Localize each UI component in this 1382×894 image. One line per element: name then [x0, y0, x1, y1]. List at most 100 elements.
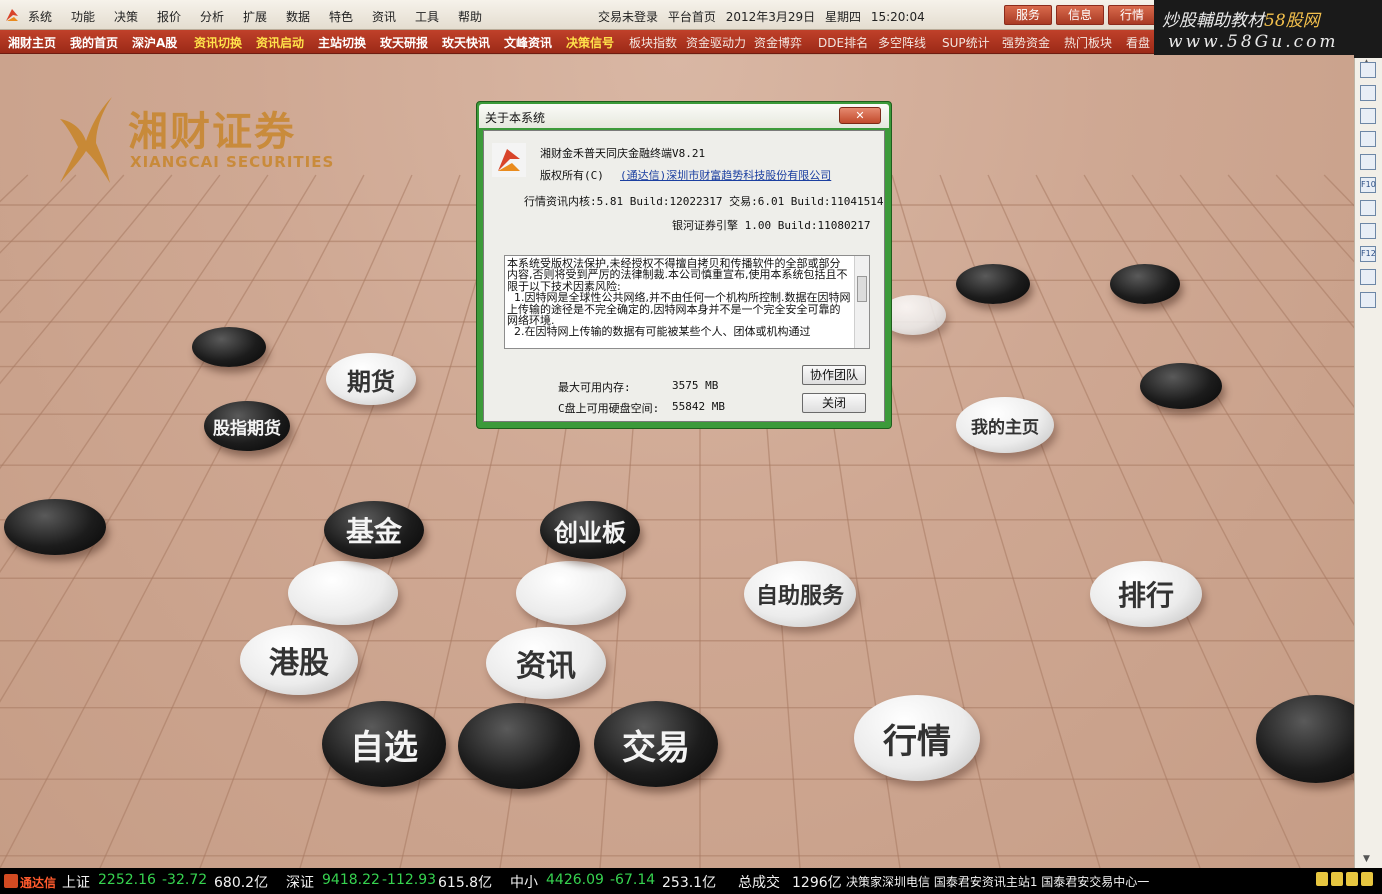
candlestick-icon[interactable] [1360, 131, 1376, 147]
watermark-banner: 炒股輔助教材58股网 www.58Gu.com [1154, 0, 1382, 58]
date-text: 2012年3月29日 [725, 10, 816, 24]
stone-index-futures[interactable]: 股指期货 [204, 401, 290, 451]
dialog-close-icon[interactable]: ✕ [839, 107, 881, 124]
quote-icon[interactable] [1360, 62, 1376, 78]
sz-value: 9418.22 [322, 872, 380, 888]
quick-toolbar: 湘财主页 我的首页 深沪A股 资讯切换 资讯启动 主站切换 玫天研报 玫天快讯 文峰资讯 决策信号… [0, 30, 1154, 54]
menu-analysis[interactable]: 分析 [200, 8, 224, 25]
total-label: 总成交 [738, 875, 780, 891]
brand-name-cn: 湘财证券 [128, 108, 296, 155]
memory-value: 3575 MB [672, 379, 719, 392]
toolbar-item[interactable]: 资讯切换 [194, 34, 242, 51]
menu-feature[interactable]: 特色 [329, 8, 353, 25]
toolbar-item[interactable]: 湘财主页 [8, 34, 56, 51]
right-sidebar: ▲ ▼ F10F12 [1354, 58, 1382, 868]
stone-ranking[interactable]: 排行 [1090, 561, 1202, 627]
info-icon[interactable] [1360, 269, 1376, 285]
quotes-button[interactable]: 行情 [1108, 5, 1156, 25]
stone-hk[interactable]: 港股 [240, 625, 358, 695]
table-icon[interactable] [1360, 85, 1376, 101]
toolbar-item[interactable]: 深沪A股 [132, 34, 177, 51]
stone-self-service[interactable]: 自助服务 [744, 561, 856, 627]
license-scrollbar[interactable] [854, 256, 869, 348]
stone-fund[interactable]: 基金 [324, 501, 424, 559]
stone-futures[interactable]: 期货 [326, 353, 416, 405]
settings-icon[interactable] [1361, 872, 1373, 886]
f10-icon[interactable]: F10 [1360, 177, 1376, 193]
app-logo-icon [6, 9, 18, 21]
brand-name-en: XIANGCAI SECURITIES [130, 153, 335, 171]
sh-change: -32.72 [162, 872, 208, 888]
toolbar-item[interactable]: 玫天研报 [380, 34, 428, 51]
list-icon[interactable] [1360, 154, 1376, 170]
stone-homepage[interactable]: 我的主页 [956, 397, 1054, 453]
weekday-text: 星期四 [824, 10, 861, 24]
zx-label[interactable]: 中小 [510, 872, 538, 892]
news-icon[interactable] [1360, 223, 1376, 239]
toolbar-item[interactable]: 文峰资讯 [504, 34, 552, 51]
toolbar-item[interactable]: 资金博弈 [754, 34, 802, 51]
report-icon[interactable] [1360, 200, 1376, 216]
toolbar-item[interactable]: 资金驱动力 [686, 34, 746, 51]
stone-quotes[interactable]: 行情 [854, 695, 980, 781]
decor-stone [288, 561, 398, 625]
toolbar-item[interactable]: 我的首页 [70, 34, 118, 51]
menu-help[interactable]: 帮助 [458, 8, 482, 25]
trade-login-status[interactable]: 交易未登录 [598, 10, 658, 24]
f12-icon[interactable]: F12 [1360, 246, 1376, 262]
sz-amount: 615.8亿 [438, 875, 493, 891]
menu-quote[interactable]: 报价 [157, 8, 181, 25]
toolbar-item[interactable]: SUP统计 [942, 34, 990, 51]
sz-label[interactable]: 深证 [286, 872, 314, 892]
stone-trade[interactable]: 交易 [594, 701, 718, 787]
zx-value: 4426.09 [546, 872, 604, 888]
toolbar-item[interactable]: 板块指数 [629, 34, 677, 51]
license-textbox[interactable]: 本系统受版权法保护,未经授权不得擅自拷贝和传播软件的全部或部分内容,否则将受到严… [504, 255, 870, 349]
menu-tools[interactable]: 工具 [415, 8, 439, 25]
scroll-down-icon[interactable]: ▼ [1363, 854, 1370, 864]
service-button[interactable]: 服务 [1004, 5, 1052, 25]
sz-change: -112.93 [382, 872, 437, 888]
menu-info[interactable]: 资讯 [372, 8, 396, 25]
info-button[interactable]: 信息 [1056, 5, 1104, 25]
toolbar-item[interactable]: 玫天快讯 [442, 34, 490, 51]
total-value: 1296亿 [792, 875, 842, 891]
dialog-title: 关于本系统 [485, 111, 546, 125]
close-button[interactable]: 关闭 [802, 393, 866, 413]
decor-stone [192, 327, 266, 367]
team-button[interactable]: 协作团队 [802, 365, 866, 385]
message-icon[interactable] [1346, 872, 1358, 886]
alert-icon[interactable] [1331, 872, 1343, 886]
sh-label[interactable]: 上证 [62, 872, 90, 892]
toolbar-item[interactable]: 多空阵线 [878, 34, 926, 51]
platform-home-link[interactable]: 平台首页 [668, 10, 716, 24]
menu-data[interactable]: 数据 [286, 8, 310, 25]
engine-info: 银河证券引擎 1.00 Build:11080217 [672, 219, 871, 232]
toolbar-item[interactable]: DDE排名 [818, 34, 868, 51]
menu-extend[interactable]: 扩展 [243, 8, 267, 25]
chart-line-icon[interactable] [1360, 108, 1376, 124]
news-ticker[interactable]: 决策家深圳电信 国泰君安资讯主站1 国泰君安交易中心一 [846, 873, 1149, 890]
watermark-line2: www.58Gu.com [1168, 32, 1339, 52]
search-icon[interactable] [1360, 292, 1376, 308]
toolbar-item[interactable]: 强势资金 [1002, 34, 1050, 51]
copyright-link[interactable]: (通达信)深圳市财富趋势科技股份有限公司 [620, 167, 831, 183]
decor-stone [1140, 363, 1222, 409]
copyright-prefix: 版权所有(C) [540, 169, 604, 182]
stone-gem[interactable]: 创业板 [540, 501, 640, 559]
tray-icons [1316, 872, 1376, 890]
about-dialog: 关于本系统 ✕ 湘财金禾普天同庆金融终端V8.21 版权所有(C) (通达信)深… [476, 101, 892, 429]
toolbar-item[interactable]: 决策信号 [566, 34, 614, 51]
toolbar-item[interactable]: 资讯启动 [256, 34, 304, 51]
toolbar-item[interactable]: 看盘 [1126, 34, 1150, 51]
stone-news[interactable]: 资讯 [486, 627, 606, 699]
menu-decision[interactable]: 决策 [114, 8, 138, 25]
toolbar-item[interactable]: 热门板块 [1064, 34, 1112, 51]
toolbar-item[interactable]: 主站切换 [318, 34, 366, 51]
menu-function[interactable]: 功能 [71, 8, 95, 25]
watermark-line1: 炒股輔助教材58股网 [1162, 11, 1320, 31]
lock-icon[interactable] [1316, 872, 1328, 886]
stone-watchlist[interactable]: 自选 [322, 701, 446, 787]
menu-system[interactable]: 系统 [28, 8, 52, 25]
dialog-titlebar[interactable]: 关于本系统 ✕ [479, 104, 889, 128]
